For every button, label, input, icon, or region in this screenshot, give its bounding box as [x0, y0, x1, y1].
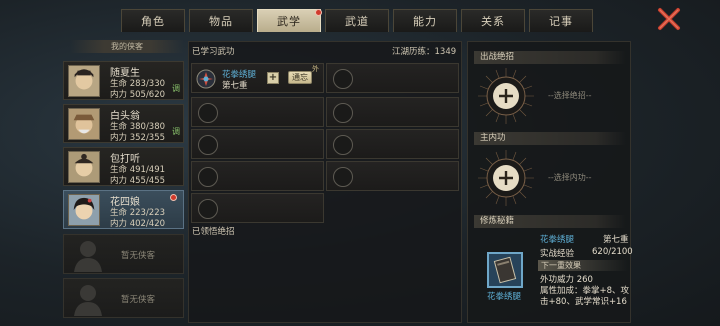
tong-wang-button[interactable]: 通忘 — [288, 71, 312, 84]
empty-ring-icon — [333, 103, 353, 123]
tab-items[interactable]: 物品 — [189, 9, 253, 32]
external-type-tag: 外 — [312, 65, 319, 73]
empty-ring-icon — [198, 199, 218, 219]
member-mp: 内力 402/420 — [110, 219, 166, 229]
empty-party-slot[interactable]: 暂无侠客 — [63, 278, 184, 318]
next-level-bar: 下一重效果 — [538, 260, 628, 271]
tab-label: 记事 — [549, 15, 573, 28]
member-tag: 调 — [172, 84, 180, 93]
add-ultimate-button[interactable] — [476, 66, 536, 126]
cultivation-book-name: 花拳绣腿 — [540, 235, 575, 245]
martial-slot-empty[interactable] — [191, 161, 324, 191]
ultimate-placeholder: --选择绝招-- — [548, 91, 592, 100]
tab-label: 角色 — [141, 15, 165, 28]
empty-party-slot[interactable]: 暂无侠客 — [63, 234, 184, 274]
empty-ring-icon — [198, 103, 218, 123]
martial-slot-empty[interactable] — [191, 97, 324, 127]
avatar — [68, 108, 100, 140]
avatar — [68, 65, 100, 97]
tab-relations[interactable]: 关系 — [461, 9, 525, 32]
empty-ring-icon — [333, 69, 353, 89]
tab-label: 武学 — [277, 15, 301, 28]
book-icon — [493, 256, 517, 284]
combat-exp-label: 实战经验 — [540, 249, 575, 259]
cultivation-book-level: 第七重 — [603, 235, 629, 245]
close-icon[interactable] — [656, 6, 682, 32]
empty-ring-icon — [198, 135, 218, 155]
member-mp: 内力 505/620 — [110, 90, 166, 100]
avatar — [68, 194, 100, 226]
silhouette-icon — [74, 241, 102, 272]
tab-label: 能力 — [413, 15, 437, 28]
party-member-card-selected[interactable]: 花四娘 生命 223/223 内力 402/420 — [63, 190, 184, 229]
comprehended-ultimates-header: 已领悟绝招 — [192, 227, 235, 237]
inner-skill-section-header: 主内功 — [474, 132, 626, 145]
martial-slot-empty[interactable] — [326, 97, 459, 127]
add-button[interactable]: + — [267, 72, 279, 84]
member-mp: 内力 455/455 — [110, 176, 166, 186]
notification-badge — [315, 9, 322, 16]
cultivation-section-header: 修炼秘籍 — [474, 215, 626, 228]
combat-exp-value: 620/2100 — [592, 247, 633, 257]
party-member-card[interactable]: 随夏生 生命 283/330 内力 505/620 调 — [63, 61, 184, 100]
notification-badge — [170, 194, 177, 201]
ultimate-section-header: 出战绝招 — [474, 51, 626, 64]
jianghu-experience: 江湖历练：1349 — [392, 47, 457, 57]
martial-slot-empty[interactable] — [326, 129, 459, 159]
tab-martial-way[interactable]: 武道 — [325, 9, 389, 32]
empty-slot-label: 暂无侠客 — [121, 251, 156, 261]
inner-skill-placeholder: --选择内功-- — [548, 173, 592, 182]
book-caption: 花拳绣腿 — [487, 292, 522, 302]
martial-slot-empty[interactable] — [191, 193, 324, 223]
empty-ring-icon — [333, 135, 353, 155]
martial-slot-empty[interactable] — [191, 129, 324, 159]
party-title: 我的侠客 — [70, 40, 184, 53]
avatar — [68, 151, 100, 183]
tab-journal[interactable]: 记事 — [529, 9, 593, 32]
party-member-card[interactable]: 白头翁 生命 380/380 内力 352/355 调 — [63, 104, 184, 143]
empty-slot-label: 暂无侠客 — [121, 295, 156, 305]
martial-slot-empty[interactable] — [326, 63, 459, 93]
tab-martial-arts[interactable]: 武学 — [257, 9, 322, 32]
tab-abilities[interactable]: 能力 — [393, 9, 457, 32]
add-inner-skill-button[interactable] — [476, 148, 536, 208]
silhouette-icon — [74, 285, 102, 316]
member-mp: 内力 352/355 — [110, 133, 166, 143]
tab-label: 关系 — [481, 15, 505, 28]
cultivation-book-slot[interactable] — [487, 252, 523, 288]
martial-level: 第七重 — [222, 81, 248, 91]
martial-slot-empty[interactable] — [326, 161, 459, 191]
member-tag: 调 — [172, 127, 180, 136]
empty-ring-icon — [333, 167, 353, 187]
tab-label: 物品 — [209, 15, 233, 28]
empty-ring-icon — [198, 167, 218, 187]
party-member-card[interactable]: 包打听 生命 491/491 内力 455/455 — [63, 147, 184, 186]
tab-character[interactable]: 角色 — [121, 9, 185, 32]
tab-label: 武道 — [345, 15, 369, 28]
martial-art-icon — [196, 69, 216, 89]
effect-line: 击+80、武学常识+16 — [540, 297, 627, 307]
learned-header: 已学习武功 — [192, 47, 235, 57]
